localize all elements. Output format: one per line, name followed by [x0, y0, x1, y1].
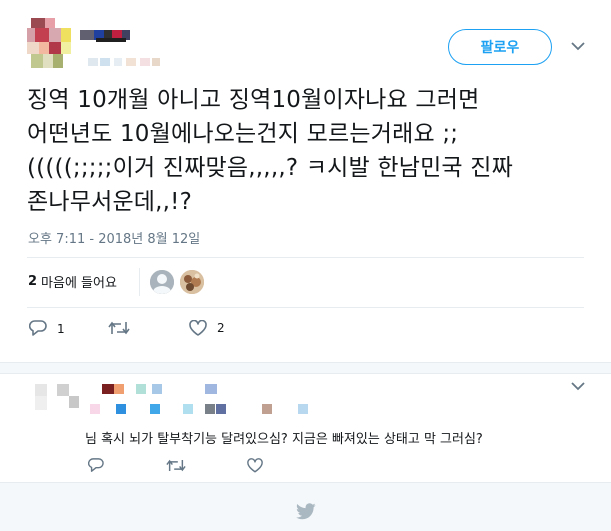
main-tweet: 팔로우 징역 10개월 아니고 징역10월이자나요 그러면 어떤년도 10월에나… — [0, 0, 611, 362]
reply-handle-blurred — [150, 404, 160, 414]
reply-handle-blurred — [298, 404, 308, 414]
reply-handle-blurred — [116, 404, 126, 414]
like-count: 2 — [217, 321, 225, 335]
author-avatar[interactable] — [27, 18, 73, 68]
like-icon — [189, 320, 207, 336]
reply-button[interactable]: 1 — [29, 320, 65, 337]
likes-count: 2 — [28, 273, 38, 289]
chevron-down-icon[interactable] — [571, 40, 585, 55]
reply-handle-blurred — [183, 404, 193, 414]
reply-author-name-blurred — [205, 384, 217, 394]
retweet-icon — [108, 320, 130, 336]
tweet-timestamp[interactable]: 오후 7:11 - 2018년 8월 12일 — [28, 228, 200, 247]
tweet-text-line: 존나무서운데,,!? — [27, 189, 193, 215]
tweet-text-line: 징역 10개월 아니고 징역10월이자나요 그러면 — [27, 87, 480, 113]
tweet-text: 징역 10개월 아니고 징역10월이자나요 그러면 어떤년도 10월에나오는건지… — [27, 83, 597, 219]
reply-handle-blurred — [90, 404, 100, 414]
divider — [27, 307, 584, 308]
author-name-blurred[interactable] — [80, 30, 160, 70]
follow-button[interactable]: 팔로우 — [448, 29, 552, 65]
reply-avatar — [35, 396, 47, 410]
reply-button[interactable] — [88, 458, 104, 473]
likes-summary[interactable]: 2 마음에 들어요 — [28, 265, 117, 297]
reply-author-name-blurred — [152, 384, 162, 394]
reply-handle-blurred — [262, 404, 272, 414]
retweet-button[interactable] — [166, 458, 186, 473]
reply-author-name-blurred — [114, 384, 124, 394]
like-icon — [247, 458, 263, 473]
reply-icon — [88, 458, 104, 473]
liker-avatar[interactable] — [150, 270, 174, 294]
twitter-bird-icon[interactable] — [296, 503, 316, 524]
retweet-icon — [166, 458, 186, 473]
likes-label: 마음에 들어요 — [41, 275, 117, 291]
chevron-down-icon[interactable] — [571, 380, 585, 395]
reply-author-name-blurred — [136, 384, 146, 394]
like-button[interactable]: 2 — [189, 320, 225, 336]
tweet-text-line: (((((;;;;;이거 진짜맞음,,,,,? ㅋ시발 한남민국 진짜 — [27, 155, 514, 181]
tweet-text-line: 어떤년도 10월에나오는건지 모르는거래요 ;; — [27, 121, 459, 147]
like-button[interactable] — [247, 458, 263, 473]
follow-button-label: 팔로우 — [480, 40, 520, 56]
retweet-button[interactable] — [108, 320, 130, 336]
reply-avatar — [69, 396, 79, 408]
reply-handle-blurred — [216, 404, 226, 414]
reply-author-name-blurred[interactable] — [102, 384, 114, 394]
liker-avatar[interactable] — [180, 270, 204, 294]
divider — [27, 257, 584, 258]
reply-count: 1 — [57, 321, 65, 336]
reply-avatar — [57, 384, 69, 396]
reply-text: 님 혹시 뇌가 탈부착기능 달려있으심? 지금은 빠져있는 상태고 막 그러심? — [85, 432, 483, 447]
reply-icon — [29, 320, 47, 337]
reply-avatar[interactable] — [35, 384, 47, 396]
divider — [139, 268, 140, 296]
reply-handle-blurred — [205, 404, 215, 414]
